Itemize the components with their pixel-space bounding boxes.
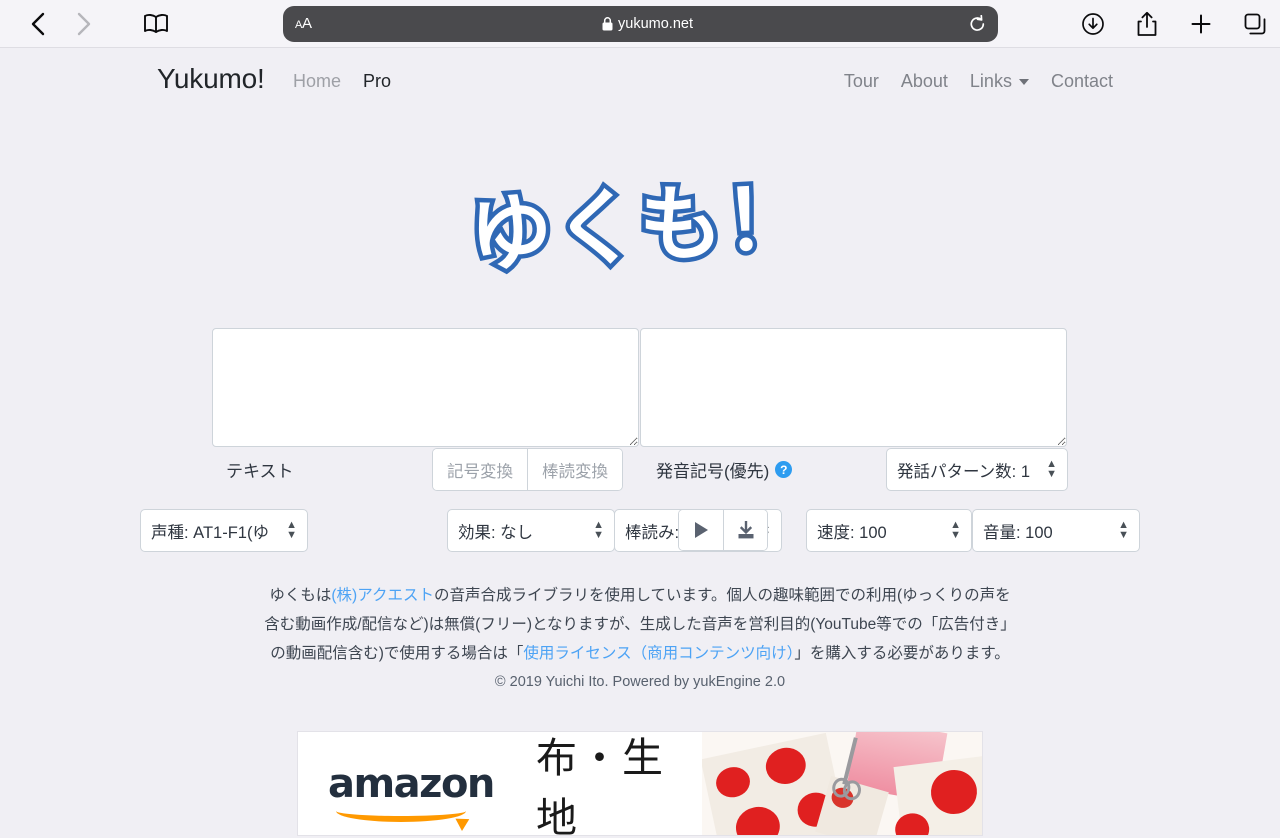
reload-icon <box>970 14 985 31</box>
symbol-convert-button[interactable]: 記号変換 <box>433 449 527 490</box>
conversion-row: テキスト 記号変換 棒読変換 発音記号(優先) ? 発話パターン数: 1 ▲ ▼ <box>212 448 1068 491</box>
secondary-nav: Tour About Links Contact <box>844 71 1113 92</box>
playback-controls-row: 声種: AT1-F1(ゆ ▲▼ 効果: なし ▲▼ 棒読み: OFF ▲▼ <box>140 509 1140 552</box>
select-arrows-icon: ▲▼ <box>1118 519 1129 541</box>
select-arrows-icon: ▲▼ <box>950 519 961 541</box>
text-size-button[interactable]: AA <box>295 15 335 32</box>
plus-icon <box>1191 14 1211 33</box>
fabric-dot <box>732 802 784 835</box>
select-arrows-icon: ▲▼ <box>286 519 297 541</box>
nav-item-pro[interactable]: Pro <box>363 71 391 92</box>
conversion-button-group: 記号変換 棒読変換 <box>432 448 623 491</box>
speed-select-value: 速度: 100 <box>817 523 887 542</box>
nav-item-links[interactable]: Links <box>970 71 1029 92</box>
ad-product-image <box>702 732 982 835</box>
browser-actions <box>1080 11 1268 37</box>
volume-select[interactable]: 音量: 100 ▲ ▼ <box>972 509 1140 552</box>
url-text: yukumo.net <box>618 15 693 32</box>
chevron-left-icon <box>31 12 44 35</box>
download-circle-icon <box>1082 12 1104 35</box>
fabric-dot <box>893 811 932 835</box>
tabs-button[interactable] <box>1242 11 1268 37</box>
fabric-dot <box>762 744 810 788</box>
aquest-link[interactable]: (株)アクエスト <box>331 587 434 604</box>
download-icon <box>738 520 753 538</box>
browser-toolbar: AA yukumo.net <box>0 0 1280 48</box>
chevron-down-icon <box>1018 78 1029 85</box>
voice-select-value: 声種: AT1-F1(ゆ <box>151 523 269 542</box>
effect-select-value: 効果: なし <box>458 523 534 542</box>
new-tab-button[interactable] <box>1188 11 1214 37</box>
primary-nav: Home Pro <box>293 71 391 92</box>
nav-item-contact[interactable]: Contact <box>1051 71 1113 92</box>
bouyomi-convert-button[interactable]: 棒読変換 <box>527 449 622 490</box>
amazon-ad-banner[interactable]: amazon 布・生地 <box>297 731 983 836</box>
phonetic-label: 発音記号(優先) <box>656 462 770 481</box>
nav-item-tour[interactable]: Tour <box>844 71 879 92</box>
site-brand[interactable]: Yukumo! <box>157 63 265 95</box>
phonetic-label-wrap: 発音記号(優先) ? <box>656 457 793 482</box>
book-icon <box>144 13 168 33</box>
license-link[interactable]: 使用ライセンス（商用コンテンツ向け） <box>523 645 794 662</box>
share-icon <box>1137 11 1157 36</box>
input-areas <box>212 328 1068 447</box>
select-arrows-icon: ▲▼ <box>1046 458 1057 480</box>
logo-text: ゆくも！ <box>462 165 816 289</box>
forward-button[interactable] <box>60 4 106 44</box>
volume-select-value: 音量: 100 <box>983 523 1053 542</box>
media-button-group <box>678 509 768 551</box>
back-button[interactable] <box>14 4 60 44</box>
phonetic-input[interactable] <box>640 328 1067 447</box>
page-content: Yukumo! Home Pro Tour About Links Contac… <box>0 48 1280 838</box>
license-description: ゆくもは(株)アクエストの音声合成ライブラリを使用しています。個人の趣味範囲での… <box>263 581 1017 668</box>
play-button[interactable] <box>679 510 723 550</box>
pattern-count-select[interactable]: 発話パターン数: 1 ▲ ▼ <box>886 448 1068 491</box>
effect-select[interactable]: 効果: なし ▲ ▼ <box>447 509 615 552</box>
address-bar[interactable]: AA yukumo.net <box>283 5 998 42</box>
bookmarks-button[interactable] <box>128 4 184 44</box>
amazon-wordmark: amazon <box>328 760 495 807</box>
text-label: テキスト <box>226 462 294 481</box>
download-button[interactable] <box>723 510 767 550</box>
amazon-logo: amazon <box>328 760 495 822</box>
nav-item-home[interactable]: Home <box>293 71 341 92</box>
nav-item-about[interactable]: About <box>901 71 948 92</box>
nav-item-links-label: Links <box>969 71 1012 91</box>
reload-button[interactable] <box>960 14 986 33</box>
share-button[interactable] <box>1134 11 1160 37</box>
fabric-dot <box>928 767 980 817</box>
desc-part-3: 」を購入する必要があります。 <box>794 645 1010 662</box>
desc-part-1: ゆくもは <box>269 587 332 604</box>
lock-icon <box>602 16 613 30</box>
downloads-button[interactable] <box>1080 11 1106 37</box>
amazon-smile-icon <box>336 800 466 822</box>
chevron-right-icon <box>77 12 90 35</box>
speed-select[interactable]: 速度: 100 ▲ ▼ <box>806 509 972 552</box>
pattern-count-value: 発話パターン数: 1 <box>897 462 1031 481</box>
play-icon <box>695 522 708 538</box>
text-input[interactable] <box>212 328 639 447</box>
ad-headline: 布・生地 <box>536 733 665 836</box>
fabric-swatch <box>893 755 982 835</box>
select-arrows-icon: ▲▼ <box>593 519 604 541</box>
fabric-dot <box>713 763 753 801</box>
copyright-text: © 2019 Yuichi Ito. Powered by yukEngine … <box>494 674 786 690</box>
help-circle-icon[interactable]: ? <box>775 461 793 478</box>
url-display: yukumo.net <box>335 16 960 32</box>
voice-select[interactable]: 声種: AT1-F1(ゆ ▲ ▼ <box>140 509 308 552</box>
site-navigation: Yukumo! Home Pro Tour About Links Contac… <box>0 48 1280 110</box>
tabs-icon <box>1244 13 1266 34</box>
site-logo: ゆくも！ <box>0 165 1280 301</box>
